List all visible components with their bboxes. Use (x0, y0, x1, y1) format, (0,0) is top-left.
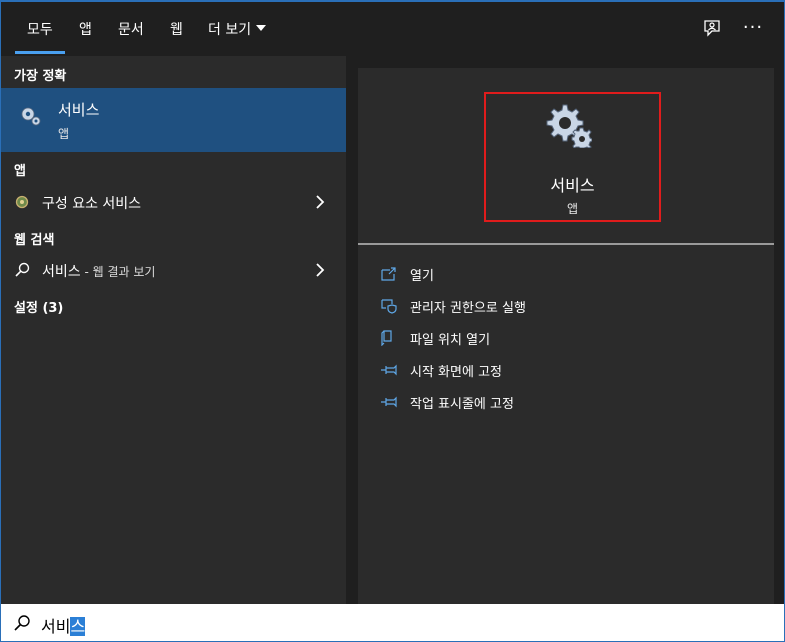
web-search-term: 서비스 (42, 264, 81, 280)
gear-icon (546, 102, 593, 152)
file-location-icon (380, 330, 398, 350)
web-search-suffix: - 웹 결과 보기 (80, 265, 156, 279)
pin-icon (380, 362, 398, 382)
tab-more-label: 더 보기 (208, 22, 252, 38)
open-label: 열기 (410, 269, 434, 284)
admin-shield-icon (380, 298, 398, 318)
run-as-admin-label: 관리자 권한으로 실행 (410, 301, 526, 316)
results-panel: 가장 정확 서비스 앱 앱 구성 요소 서비스 웹 검색 서비스 - 웹 결과 … (1, 56, 346, 604)
pin-icon (380, 394, 398, 414)
search-icon (13, 614, 31, 636)
list-item-web-search[interactable]: 서비스 - 웹 결과 보기 (1, 255, 346, 285)
best-match-name: 서비스 (58, 101, 100, 119)
component-services-icon (14, 194, 30, 214)
preview-panel: 서비스 앱 열기 관리자 권한으로 실행 파일 위치 열기 시작 화면에 고정 … (358, 68, 774, 604)
more-icon[interactable]: ··· (741, 16, 765, 40)
gear-icon (20, 105, 42, 131)
tab-all[interactable]: 모두 (27, 19, 53, 39)
search-window: 모두 앱 문서 웹 더 보기 ··· 가장 정확 서비스 앱 앱 구성 요소 서… (0, 0, 785, 642)
apps-heading: 앱 (14, 164, 26, 179)
settings-heading[interactable]: 설정 (3) (14, 297, 63, 316)
search-typed-text: 서비 (41, 617, 71, 636)
web-search-heading: 웹 검색 (14, 233, 55, 248)
chevron-right-icon[interactable] (315, 194, 325, 214)
tab-apps[interactable]: 앱 (79, 19, 92, 39)
chevron-right-icon[interactable] (315, 262, 325, 282)
list-item-component-services[interactable]: 구성 요소 서비스 (1, 187, 346, 217)
search-composing-text: 스 (70, 617, 86, 636)
preview-app-name: 서비스 (550, 176, 595, 195)
search-icon (14, 262, 30, 282)
preview-app-type: 앱 (566, 202, 579, 216)
search-input[interactable]: 서비스 (41, 613, 86, 637)
open-file-location-label: 파일 위치 열기 (410, 333, 491, 348)
feedback-icon[interactable] (700, 16, 724, 40)
caret-down-icon (256, 25, 267, 31)
tab-web[interactable]: 웹 (170, 19, 183, 39)
pin-to-taskbar-label: 작업 표시줄에 고정 (410, 397, 514, 412)
tab-documents[interactable]: 문서 (118, 19, 144, 39)
web-search-label: 서비스 - 웹 결과 보기 (42, 261, 155, 281)
active-tab-indicator (15, 51, 65, 54)
app-preview-card: 서비스 앱 (484, 92, 661, 222)
best-match-type: 앱 (58, 127, 70, 141)
search-box[interactable]: 서비스 (1, 604, 784, 641)
divider (358, 243, 774, 245)
search-tab-bar: 모두 앱 문서 웹 더 보기 ··· (1, 2, 784, 56)
best-match-heading: 가장 정확 (14, 69, 67, 84)
pin-to-start-label: 시작 화면에 고정 (410, 365, 502, 380)
open-icon (380, 266, 398, 286)
tab-more[interactable]: 더 보기 (208, 19, 267, 39)
best-match-result[interactable]: 서비스 앱 (1, 88, 346, 152)
list-item-label: 구성 요소 서비스 (42, 196, 142, 212)
